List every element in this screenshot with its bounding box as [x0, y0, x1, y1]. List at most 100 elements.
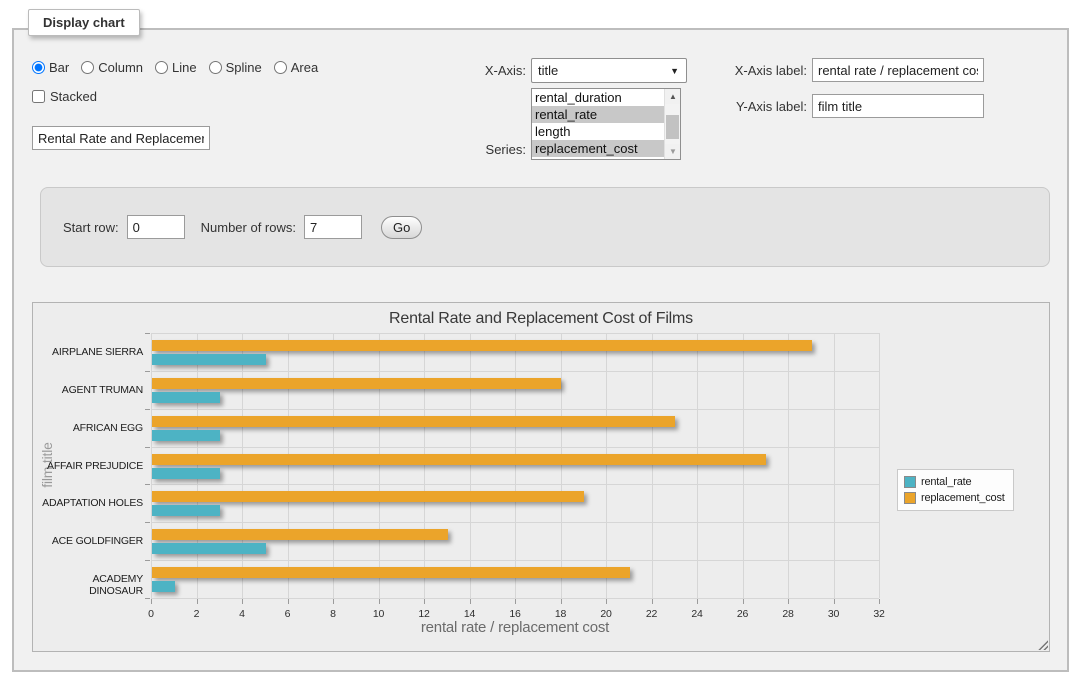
x-tick-mark: [197, 599, 198, 604]
x-axis-label-input[interactable]: [812, 58, 984, 82]
legend-item-replacement_cost: replacement_cost: [904, 490, 1005, 506]
chart-type-column[interactable]: Column: [81, 60, 143, 75]
listbox-scrollbar[interactable]: ▲ ▼: [664, 89, 680, 159]
vertical-gridline: [743, 333, 744, 598]
chevron-down-icon: ▼: [670, 66, 679, 76]
x-axis-title: rental rate / replacement cost: [151, 619, 879, 636]
horizontal-gridline: [151, 447, 879, 448]
radio-line[interactable]: [155, 61, 168, 74]
num-rows-input[interactable]: [304, 215, 362, 239]
stacked-label: Stacked: [50, 89, 97, 104]
category-label: AGENT TRUMAN: [37, 384, 143, 396]
bar-rental_rate: [152, 505, 220, 516]
bar-replacement_cost: [152, 454, 766, 465]
chart-type-spline[interactable]: Spline: [209, 60, 262, 75]
x-tick-mark: [652, 599, 653, 604]
x-tick-mark: [333, 599, 334, 604]
vertical-gridline: [652, 333, 653, 598]
x-tick-mark: [788, 599, 789, 604]
legend-label: rental_rate: [921, 476, 971, 488]
radio-area[interactable]: [274, 61, 287, 74]
x-tick-mark: [515, 599, 516, 604]
vertical-gridline: [197, 333, 198, 598]
scroll-up-icon[interactable]: ▲: [665, 89, 681, 104]
x-tick-mark: [288, 599, 289, 604]
chart-type-label: Bar: [49, 60, 69, 75]
bar-replacement_cost: [152, 378, 561, 389]
x-tick-mark: [697, 599, 698, 604]
vertical-gridline: [151, 333, 152, 598]
series-option-replacement_cost[interactable]: replacement_cost: [532, 140, 664, 157]
category-label: AFFAIR PREJUDICE: [37, 460, 143, 472]
vertical-gridline: [561, 333, 562, 598]
y-tick-mark: [145, 560, 150, 561]
vertical-gridline: [333, 333, 334, 598]
chart-type-label: Spline: [226, 60, 262, 75]
legend-swatch: [904, 492, 916, 504]
x-tick-mark: [606, 599, 607, 604]
vertical-gridline: [697, 333, 698, 598]
num-rows-label: Number of rows:: [201, 220, 296, 235]
display-chart-fieldset: Display chart BarColumnLineSplineArea St…: [12, 28, 1069, 672]
start-row-input[interactable]: [127, 215, 185, 239]
bar-rental_rate: [152, 392, 220, 403]
chart-type-area[interactable]: Area: [274, 60, 318, 75]
horizontal-gridline: [151, 522, 879, 523]
series-listbox[interactable]: ▲ ▼ rental_durationrental_ratelengthrepl…: [531, 88, 681, 160]
horizontal-gridline: [151, 598, 879, 599]
legend-swatch: [904, 476, 916, 488]
category-label: ADAPTATION HOLES: [37, 497, 143, 509]
category-label: AFRICAN EGG: [37, 422, 143, 434]
category-label: ACADEMY DINOSAUR: [37, 573, 143, 597]
x-tick-mark: [470, 599, 471, 604]
stacked-option[interactable]: Stacked: [32, 89, 97, 104]
chart-title-input[interactable]: [32, 126, 210, 150]
chart-type-label: Line: [172, 60, 197, 75]
bar-rental_rate: [152, 430, 220, 441]
legend-label: replacement_cost: [921, 492, 1005, 504]
bar-replacement_cost: [152, 340, 812, 351]
x-axis-select-label: X-Axis:: [444, 63, 526, 78]
stacked-checkbox[interactable]: [32, 90, 45, 103]
vertical-gridline: [788, 333, 789, 598]
bar-rental_rate: [152, 468, 220, 479]
y-tick-mark: [145, 371, 150, 372]
y-axis-label-input[interactable]: [812, 94, 984, 118]
y-tick-mark: [145, 447, 150, 448]
chart-type-options: Bar Column Line Spline Area: [32, 60, 318, 75]
x-tick-mark: [879, 599, 880, 604]
y-tick-mark: [145, 522, 150, 523]
x-axis-select[interactable]: title ▼: [531, 58, 687, 83]
x-axis-selected-value: title: [538, 63, 558, 78]
chart-container: Rental Rate and Replacement Cost of Film…: [32, 302, 1050, 652]
radio-bar[interactable]: [32, 61, 45, 74]
scroll-down-icon[interactable]: ▼: [665, 144, 681, 159]
radio-column[interactable]: [81, 61, 94, 74]
vertical-gridline: [424, 333, 425, 598]
bar-rental_rate: [152, 354, 266, 365]
series-option-rental_rate[interactable]: rental_rate: [532, 106, 664, 123]
y-tick-mark: [145, 409, 150, 410]
radio-spline[interactable]: [209, 61, 222, 74]
vertical-gridline: [879, 333, 880, 598]
x-tick-mark: [743, 599, 744, 604]
resize-handle[interactable]: [1036, 638, 1048, 650]
fieldset-legend: Display chart: [28, 9, 140, 36]
series-option-length[interactable]: length: [532, 123, 664, 140]
category-label: ACE GOLDFINGER: [37, 535, 143, 547]
bar-replacement_cost: [152, 529, 448, 540]
chart-type-line[interactable]: Line: [155, 60, 197, 75]
plot-area: 02468101214161820222426283032: [151, 333, 879, 598]
chart-type-bar[interactable]: Bar: [32, 60, 69, 75]
x-tick-mark: [242, 599, 243, 604]
bar-replacement_cost: [152, 491, 584, 502]
y-tick-mark: [145, 484, 150, 485]
category-label: AIRPLANE SIERRA: [37, 346, 143, 358]
scrollbar-thumb[interactable]: [666, 115, 679, 139]
go-button[interactable]: Go: [381, 216, 422, 239]
horizontal-gridline: [151, 333, 879, 334]
chart-type-label: Column: [98, 60, 143, 75]
vertical-gridline: [242, 333, 243, 598]
series-option-rental_duration[interactable]: rental_duration: [532, 89, 664, 106]
x-axis-label-label: X-Axis label:: [694, 63, 807, 78]
